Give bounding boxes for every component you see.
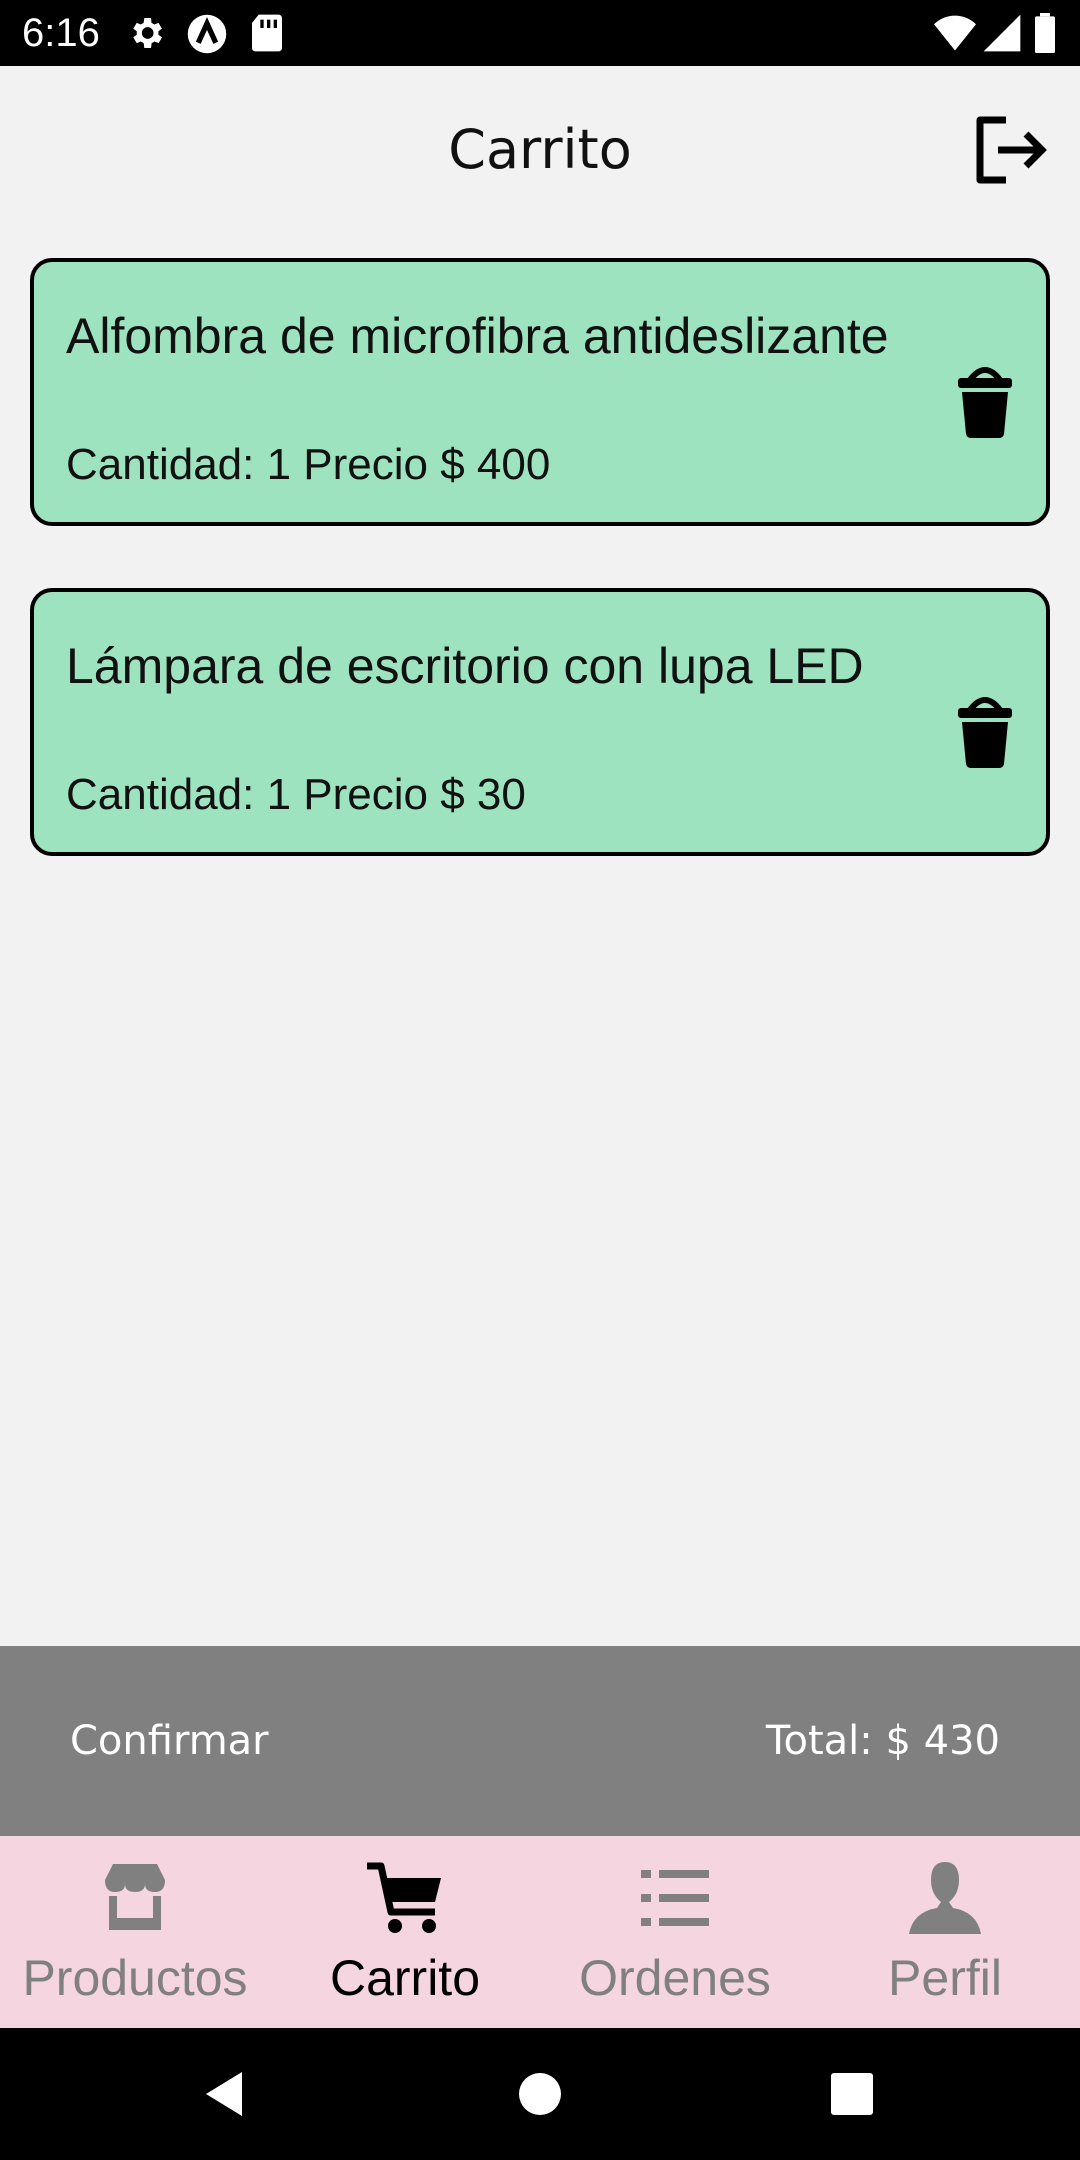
store-icon [105,1864,165,1930]
list-icon [641,1870,709,1926]
sd-card-icon [252,14,282,52]
nav-label-perfil: Perfil [888,1950,1002,2006]
nav-item-productos[interactable]: Productos [0,1836,270,2028]
nav-item-carrito[interactable]: Carrito [270,1836,540,2028]
person-icon [909,1862,981,1934]
cart-item-detail: Cantidad: 1 Precio $ 400 [66,440,551,489]
app-badge-icon [187,14,227,54]
signal-icon [983,14,1021,52]
cart-item-name: Alfombra de microfibra antideslizante [66,308,889,364]
trash-icon [958,367,1012,438]
home-icon[interactable] [514,2068,566,2120]
cart-icon [367,1862,441,1933]
checkout-bar: Confirmar Total: $ 430 [0,1646,1080,1836]
cart-item-name: Lámpara de escritorio con lupa LED [66,638,864,694]
cart-item-detail: Cantidad: 1 Precio $ 30 [66,770,526,819]
nav-item-perfil[interactable]: Perfil [810,1836,1080,2028]
nav-item-ordenes[interactable]: Ordenes [540,1836,810,2028]
logout-icon [976,116,1047,184]
delete-item-button[interactable] [954,692,1016,768]
recents-icon[interactable] [826,2068,878,2120]
nav-label-carrito: Carrito [329,1950,481,2006]
app-header: Carrito [0,66,1080,236]
bottom-nav: Productos Carrito Ordenes Perfil [0,1836,1080,2028]
nav-label-productos: Productos [22,1950,248,2006]
settings-icon [133,18,162,48]
status-time: 6:16 [22,11,100,55]
wifi-icon [934,15,976,51]
system-nav-bar [0,2028,1080,2160]
back-icon[interactable] [200,2068,252,2120]
delete-item-button[interactable] [954,362,1016,438]
logout-button[interactable] [970,110,1050,190]
cart-item-card: Alfombra de microfibra antideslizante Ca… [30,258,1050,526]
status-bar: 6:16 [0,0,1080,66]
page-title: Carrito [448,118,632,181]
total-label: Total: $ 430 [765,1718,1000,1764]
nav-label-ordenes: Ordenes [579,1950,771,2006]
trash-icon [958,697,1012,768]
confirm-button[interactable]: Confirmar [70,1716,269,1766]
battery-icon [1035,13,1055,53]
cart-item-card: Lámpara de escritorio con lupa LED Canti… [30,588,1050,856]
